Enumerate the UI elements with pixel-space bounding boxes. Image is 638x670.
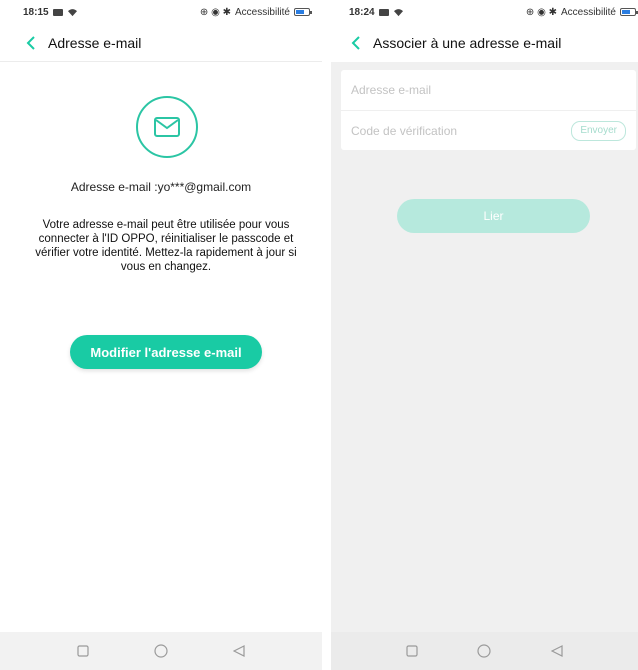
email-field[interactable]: Adresse e-mail (341, 70, 636, 110)
app-bar: Associer à une adresse e-mail (331, 24, 638, 62)
status-time: 18:24 (349, 6, 375, 18)
email-field-placeholder: Adresse e-mail (351, 83, 432, 97)
system-nav-bar (0, 632, 322, 670)
wifi-icon (67, 8, 77, 16)
circle-nav-icon[interactable] (154, 644, 168, 658)
message-icon (52, 8, 63, 16)
current-email: Adresse e-mail :yo***@gmail.com (70, 180, 252, 194)
page-title: Associer à une adresse e-mail (373, 35, 562, 51)
link-button[interactable]: Lier (397, 199, 590, 233)
page-title: Adresse e-mail (48, 34, 142, 51)
verification-code-field[interactable]: Code de vérification Envoyer (341, 110, 636, 150)
battery-icon (620, 8, 638, 16)
wifi-icon (393, 8, 403, 16)
status-bar: 18:24 ⊕ ◉ ✱ Accessibilité (331, 0, 638, 24)
accessibility-label: Accessibilité (234, 6, 290, 18)
square-nav-icon[interactable] (77, 645, 89, 657)
envelope-icon (136, 96, 198, 158)
email-screen: 18:15 ⊕ ◉ ✱ Accessibilité Adresse e-mail… (0, 0, 322, 670)
system-nav-bar (331, 632, 638, 670)
modify-email-button[interactable]: Modifier l'adresse e-mail (70, 335, 262, 369)
status-icons: ⊕ ◉ ✱ (525, 6, 557, 18)
code-field-placeholder: Code de vérification (351, 123, 458, 138)
battery-icon (294, 8, 312, 16)
circle-nav-icon[interactable] (477, 644, 492, 658)
status-time: 18:15 (23, 6, 49, 18)
status-icons: ⊕ ◉ ✱ (199, 6, 231, 18)
square-nav-icon[interactable] (406, 645, 418, 657)
accessibility-label: Accessibilité (560, 6, 616, 18)
back-arrow-icon[interactable] (22, 34, 40, 52)
status-bar: 18:15 ⊕ ◉ ✱ Accessibilité (0, 0, 322, 24)
app-bar: Adresse e-mail (0, 24, 322, 62)
email-description: Votre adresse e-mail peut être utilisée … (35, 219, 297, 273)
send-code-button[interactable]: Envoyer (571, 120, 626, 141)
triangle-back-nav-icon[interactable] (551, 645, 563, 657)
email-form: Adresse e-mail Code de vérification Envo… (341, 70, 636, 150)
associate-email-screen: 18:24 ⊕ ◉ ✱ Accessibilité Associer à une… (331, 0, 638, 670)
back-arrow-icon[interactable] (347, 34, 365, 52)
triangle-back-nav-icon[interactable] (232, 645, 245, 657)
message-icon (378, 8, 389, 16)
